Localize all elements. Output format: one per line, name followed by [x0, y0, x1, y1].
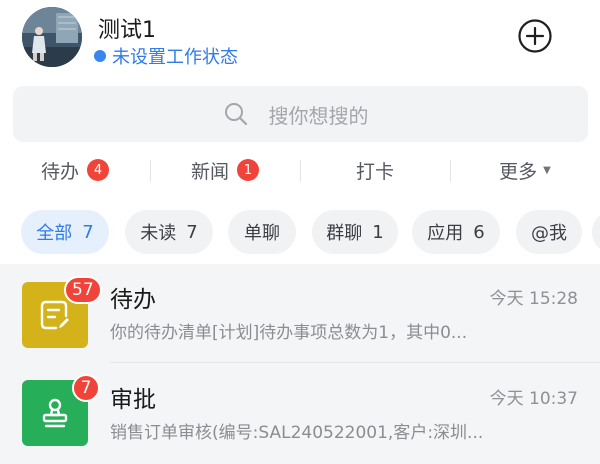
- category-label: 新闻: [190, 160, 229, 183]
- chip-count: 1: [372, 221, 384, 243]
- header: 测试1 未设置工作状态: [0, 0, 600, 76]
- unread-badge: 7: [72, 374, 100, 402]
- item-title: 审批: [110, 387, 156, 413]
- chip-single-chat[interactable]: 单聊: [228, 210, 296, 254]
- plus-circle-icon: [518, 19, 552, 53]
- username: 测试1: [98, 18, 156, 43]
- item-time: 今天 15:28: [489, 289, 578, 309]
- avatar[interactable]: [22, 7, 82, 67]
- message-list: 57 待办 今天 15:28 你的待办清单[计划]待办事项总数为1，其中0...…: [0, 264, 600, 464]
- search-bar[interactable]: 搜你想搜的: [13, 86, 588, 142]
- item-time: 今天 10:37: [489, 389, 578, 409]
- status-dot: [94, 50, 106, 62]
- item-title: 待办: [110, 287, 156, 313]
- filter-chips: 全部 7 未读 7 单聊 群聊 1 应用 6 @我: [0, 206, 600, 256]
- chip-label: 群聊: [326, 223, 363, 244]
- category-news[interactable]: 新闻 1: [150, 146, 300, 194]
- category-bar: 待办 4 新闻 1 打卡 更多 ▼: [0, 146, 600, 194]
- chip-mentions[interactable]: @我: [516, 210, 582, 254]
- chip-group-chat[interactable]: 群聊 1: [312, 210, 398, 254]
- chip-label: 全部: [36, 223, 73, 244]
- item-preview: 你的待办清单[计划]待办事项总数为1，其中0...: [110, 323, 468, 343]
- chip-label: @我: [531, 223, 567, 244]
- category-label: 更多: [499, 160, 538, 183]
- category-checkin[interactable]: 打卡: [300, 146, 450, 194]
- add-button[interactable]: [517, 18, 553, 54]
- chip-count: 7: [82, 221, 94, 243]
- category-badge: 4: [87, 159, 109, 181]
- category-todo[interactable]: 待办 4: [0, 146, 150, 194]
- list-item-approval[interactable]: 7 审批 今天 10:37 销售订单审核(编号:SAL240522001,客户:…: [0, 364, 600, 464]
- category-more[interactable]: 更多 ▼: [450, 146, 600, 194]
- chip-count: 7: [186, 221, 198, 243]
- user-avatar: [22, 7, 82, 67]
- search-icon: [224, 103, 247, 126]
- item-preview: 销售订单审核(编号:SAL240522001,客户:深圳...: [110, 423, 484, 443]
- search-placeholder: 搜你想搜的: [268, 103, 369, 128]
- todo-list-icon: [40, 300, 69, 330]
- category-label: 待办: [40, 160, 79, 183]
- chip-label: 未读: [140, 223, 177, 244]
- category-badge: 1: [237, 159, 259, 181]
- chip-all[interactable]: 全部 7: [21, 210, 109, 254]
- work-status[interactable]: 未设置工作状态: [94, 43, 238, 69]
- work-status-text: 未设置工作状态: [112, 47, 238, 68]
- chip-overflow[interactable]: [592, 210, 600, 254]
- list-item-todo[interactable]: 57 待办 今天 15:28 你的待办清单[计划]待办事项总数为1，其中0...: [0, 264, 600, 364]
- chip-label: 应用: [427, 223, 464, 244]
- chip-count: 6: [473, 221, 485, 243]
- stamp-icon: [42, 398, 68, 428]
- unread-badge: 57: [64, 276, 102, 304]
- caret-down-icon: ▼: [543, 164, 551, 176]
- chip-unread[interactable]: 未读 7: [125, 210, 213, 254]
- chip-apps[interactable]: 应用 6: [412, 210, 500, 254]
- category-label: 打卡: [355, 160, 394, 183]
- divider: [110, 362, 600, 363]
- chip-label: 单聊: [244, 223, 280, 244]
